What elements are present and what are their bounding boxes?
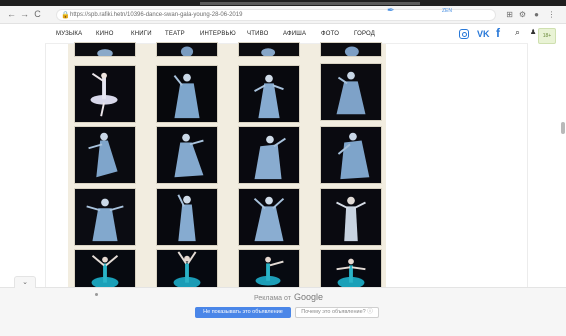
photo-thumbnail[interactable] [238,65,300,123]
nav-item-interviews[interactable]: ИНТЕРВЬЮ [200,30,236,38]
photo-thumbnail[interactable] [156,126,218,184]
user-icon[interactable]: ♟ [530,27,536,39]
photo-thumbnail[interactable] [238,42,300,57]
photo-thumbnail[interactable] [320,63,382,121]
forward-icon[interactable]: → [19,9,30,20]
zen-icon[interactable]: ✒ [387,5,395,16]
nav-item-photo[interactable]: ФОТО [321,30,339,38]
photo-thumbnail[interactable] [74,65,136,123]
instagram-icon[interactable] [459,29,469,39]
reload-icon[interactable]: C [32,9,43,20]
profile-icon[interactable]: ● [531,9,542,20]
photo-thumbnail[interactable] [156,188,218,246]
photo-thumbnail[interactable] [74,188,136,246]
photo-gallery [68,42,386,299]
photo-thumbnail[interactable] [74,42,136,57]
photo-thumbnail[interactable] [238,126,300,184]
nav-item-city[interactable]: ГОРОД [354,30,375,38]
photo-thumbnail[interactable] [320,188,382,246]
nav-item-events[interactable]: АФИША [283,30,306,38]
url-text[interactable]: https://spb.rafiki.hetn/10396-dance-swan… [70,11,242,20]
settings-icon[interactable]: ⚙ [517,9,528,20]
ad-label: Реклама от [254,295,291,302]
nav-item-reading[interactable]: ЧТИВО [247,30,268,38]
search-icon[interactable]: ⌕ [515,26,520,38]
nav-item-books[interactable]: КНИГИ [131,30,152,38]
site-navigation: МУЗЫКА КИНО КНИГИ ТЕАТР ИНТЕРВЬЮ ЧТИВО А… [45,24,528,44]
nav-item-theatre[interactable]: ТЕАТР [165,30,185,38]
zen-label[interactable]: ZEN [442,8,452,14]
why-this-ad-button[interactable]: Почему это объявление? ⓘ [295,307,379,318]
photo-thumbnail[interactable] [156,65,218,123]
nav-item-cinema[interactable]: КИНО [96,30,114,38]
collapse-ad-icon[interactable]: ⌄ [14,276,36,288]
vk-icon[interactable]: VK [477,29,490,39]
ad-indicator-dot [95,293,98,296]
photo-thumbnail[interactable] [238,188,300,246]
nav-item-music[interactable]: МУЗЫКА [56,30,82,38]
facebook-icon[interactable]: f [496,27,500,39]
browser-menu-icon[interactable]: ⋮ [546,9,557,20]
scrollbar-thumb[interactable] [561,122,565,134]
hide-ad-button[interactable]: Не показывать это объявление [195,307,291,318]
address-bar[interactable]: 🔒 https://spb.rafiki.hetn/10396-dance-sw… [56,9,496,21]
age-rating-badge: 18+ [538,28,556,44]
lock-icon: 🔒 [61,12,70,19]
photo-thumbnail[interactable] [320,126,382,184]
browser-toolbar: ← → C 🔒 https://spb.rafiki.hetn/10396-da… [0,6,566,24]
back-icon[interactable]: ← [6,9,17,20]
google-logo: Google [294,292,324,302]
extensions-icon[interactable]: ⊞ [504,9,515,20]
photo-thumbnail[interactable] [156,42,218,57]
photo-thumbnail[interactable] [74,126,136,184]
photo-thumbnail[interactable] [320,42,382,57]
